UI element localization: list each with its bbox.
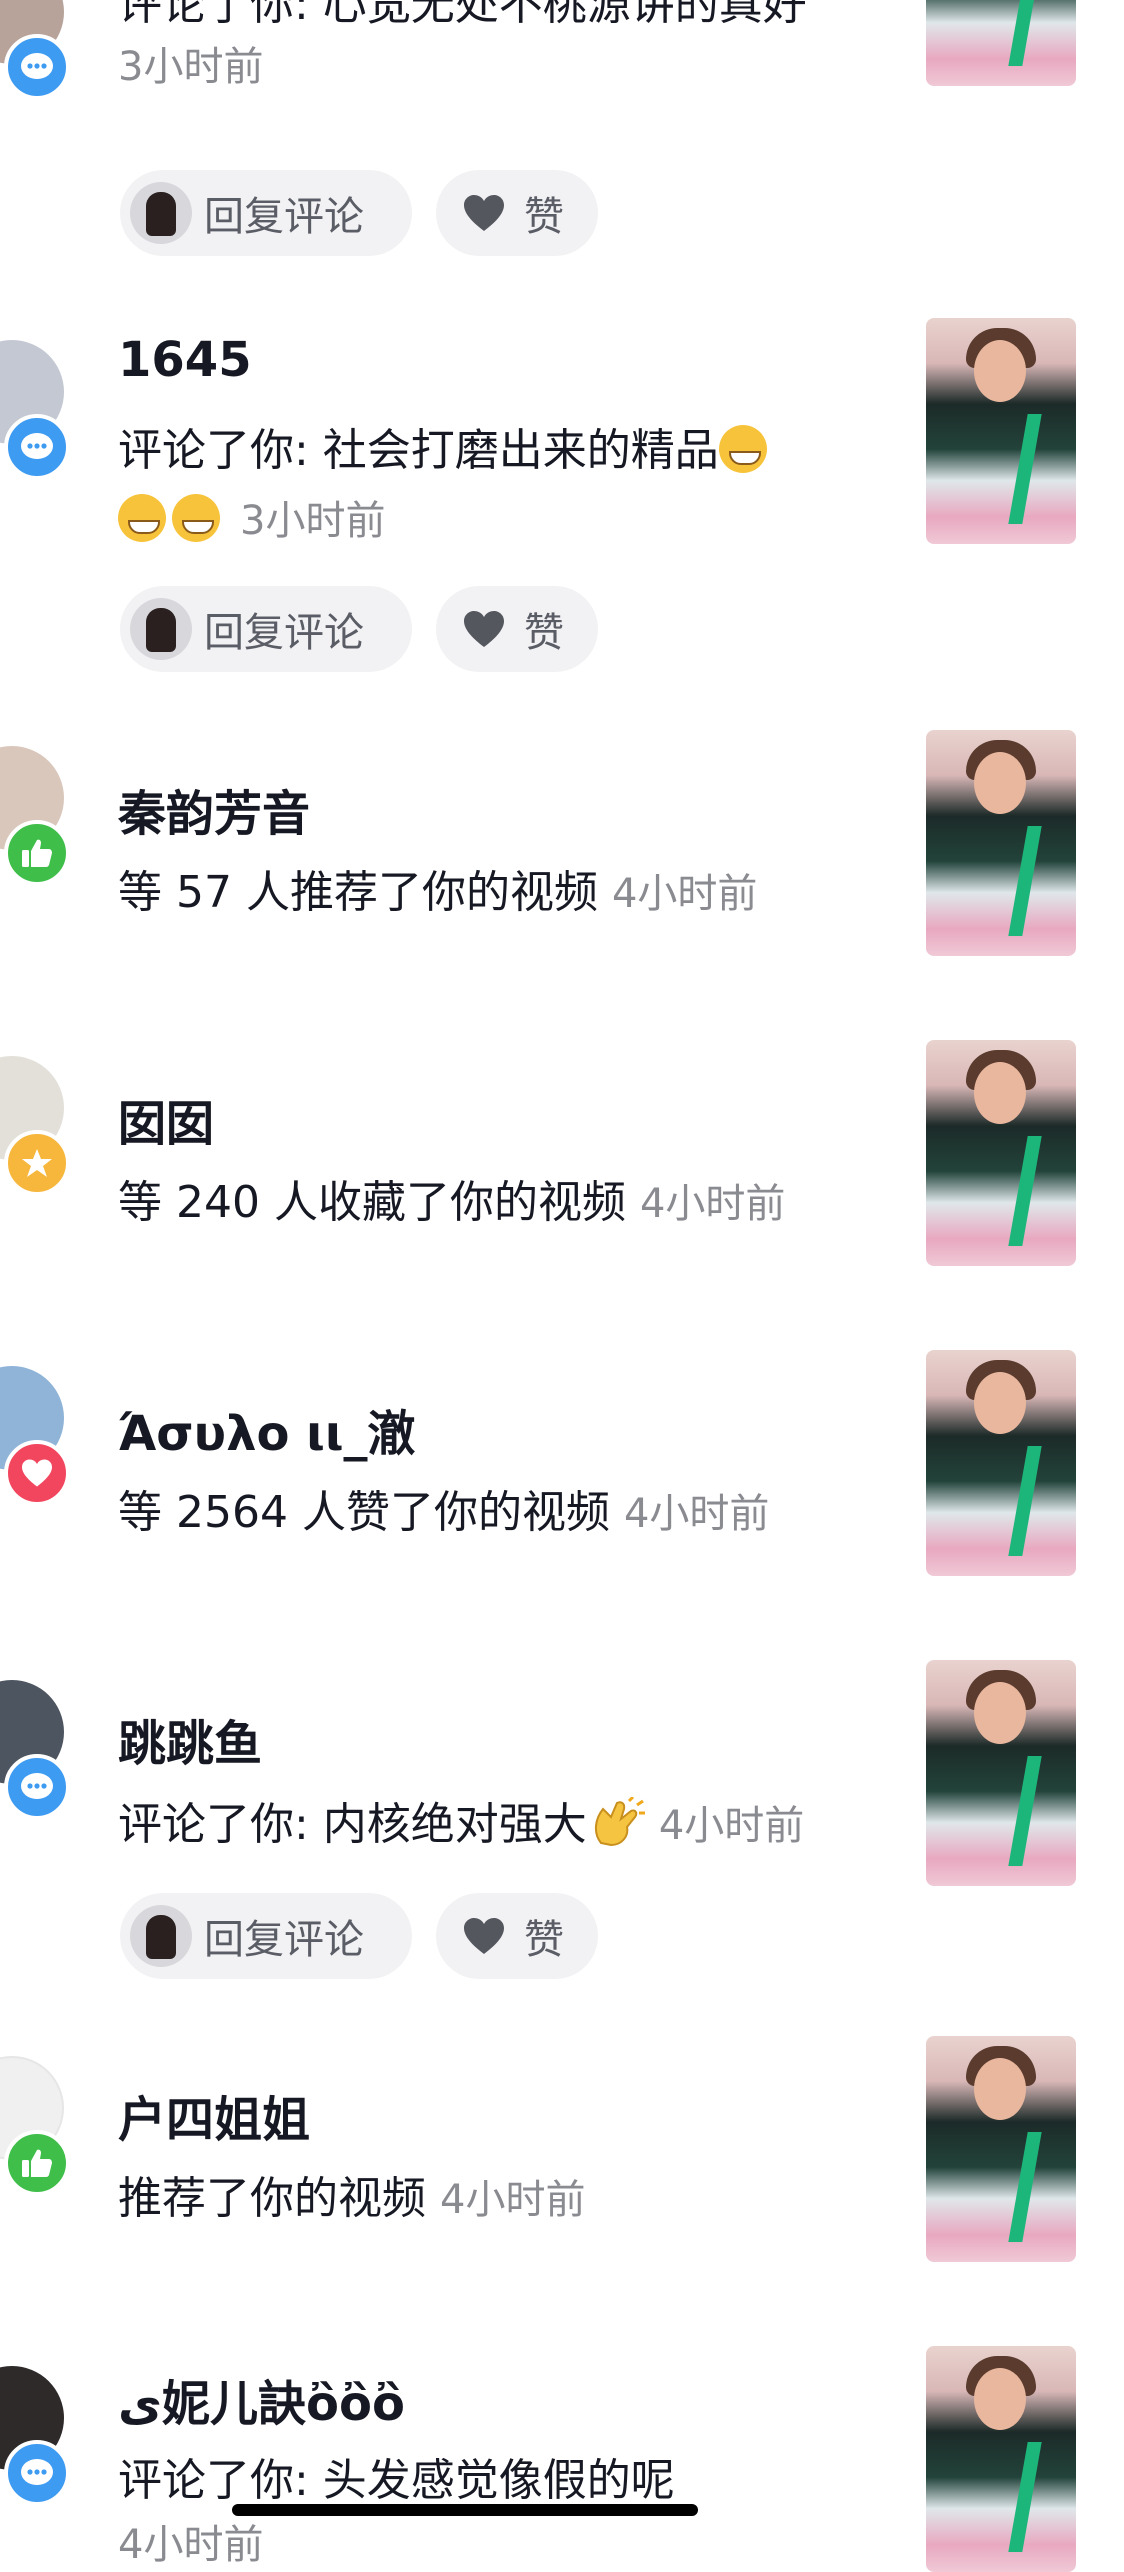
notification-time: 4小时前 — [658, 1803, 805, 1849]
my-avatar — [130, 182, 192, 244]
avatar-wrap — [0, 2366, 70, 2506]
heart-icon — [464, 611, 504, 647]
like-comment-button[interactable]: 赞 — [436, 170, 598, 256]
clapping-hands-emoji — [594, 1797, 645, 1847]
heart-icon — [4, 1440, 70, 1506]
reply-label: 回复评论 — [204, 1917, 364, 1963]
user-name[interactable]: Άσυλο ιι_澈 — [118, 1394, 416, 1464]
user-name[interactable]: 囡囡 — [118, 1084, 214, 1154]
notification-text: 评论了你: 社会打磨出来的精品 — [118, 414, 773, 478]
reply-label: 回复评论 — [204, 610, 364, 656]
notification-text: 评论了你: 心宽无处不桃源讲的真好 — [118, 0, 807, 30]
star-icon — [4, 1130, 70, 1196]
avatar-wrap — [0, 0, 70, 100]
notification-text: 等 2564 人赞了你的视频 4小时前 — [118, 1487, 770, 1538]
reply-comment-button[interactable]: 回复评论 — [120, 170, 412, 256]
notification-text: 等 240 人收藏了你的视频 4小时前 — [118, 1177, 786, 1228]
grin-emoji — [118, 494, 166, 542]
reply-comment-button[interactable]: 回复评论 — [120, 1893, 412, 1979]
thumbs-up-icon — [4, 820, 70, 886]
like-label: 赞 — [524, 1917, 564, 1963]
like-comment-button[interactable]: 赞 — [436, 586, 598, 672]
user-name[interactable]: ى妮儿訣ὂὂὂ — [118, 2364, 405, 2434]
my-avatar — [130, 598, 192, 660]
heart-icon — [464, 195, 504, 231]
video-thumbnail[interactable] — [926, 730, 1076, 956]
notification-text: 推荐了你的视频 4小时前 — [118, 2173, 586, 2224]
comment-icon — [4, 414, 70, 480]
user-name[interactable]: 户四姐姐 — [118, 2080, 310, 2150]
notification-text: 评论了你: 内核绝对强大 4小时前 — [118, 1797, 805, 1850]
avatar-wrap — [0, 1056, 70, 1196]
avatar-wrap — [0, 2056, 70, 2196]
video-thumbnail[interactable] — [926, 2346, 1076, 2572]
video-thumbnail[interactable] — [926, 1350, 1076, 1576]
avatar-wrap — [0, 746, 70, 886]
like-comment-button[interactable]: 赞 — [436, 1893, 598, 1979]
notification-time: 4小时前 — [118, 2522, 264, 2568]
comment-icon — [4, 34, 70, 100]
video-thumbnail[interactable] — [926, 1660, 1076, 1886]
video-thumbnail[interactable] — [926, 1040, 1076, 1266]
user-name[interactable]: 秦韵芳音 — [118, 774, 310, 844]
avatar-wrap — [0, 1366, 70, 1506]
like-label: 赞 — [524, 194, 564, 240]
notification-time: 4小时前 — [639, 1181, 786, 1227]
reply-comment-button[interactable]: 回复评论 — [120, 586, 412, 672]
avatar-wrap — [0, 340, 70, 480]
like-label: 赞 — [524, 610, 564, 656]
reply-label: 回复评论 — [204, 194, 364, 240]
notification-text: 等 57 人推荐了你的视频 4小时前 — [118, 867, 758, 918]
comment-icon — [4, 1754, 70, 1820]
heart-icon — [464, 1918, 504, 1954]
notification-time: 3小时前 — [240, 498, 386, 544]
my-avatar — [130, 1905, 192, 1967]
notification-time: 4小时前 — [623, 1491, 770, 1537]
grin-emoji — [718, 425, 767, 473]
video-thumbnail[interactable] — [926, 318, 1076, 544]
notification-time: 4小时前 — [440, 2177, 586, 2223]
user-name[interactable]: 跳跳鱼 — [118, 1704, 262, 1774]
emoji-line: 3小时前 — [118, 488, 385, 546]
grin-emoji — [172, 494, 220, 542]
notification-text: 评论了你: 头发感觉像假的呢 — [118, 2455, 675, 2506]
video-thumbnail[interactable] — [926, 2036, 1076, 2262]
comment-icon — [4, 2440, 70, 2506]
notification-time: 3小时前 — [118, 44, 264, 90]
user-name[interactable]: 1645 — [118, 332, 252, 388]
video-thumbnail[interactable] — [926, 0, 1076, 86]
home-indicator[interactable] — [232, 2504, 698, 2516]
thumbs-up-icon — [4, 2130, 70, 2196]
notification-time: 4小时前 — [611, 871, 758, 917]
avatar-wrap — [0, 1680, 70, 1820]
